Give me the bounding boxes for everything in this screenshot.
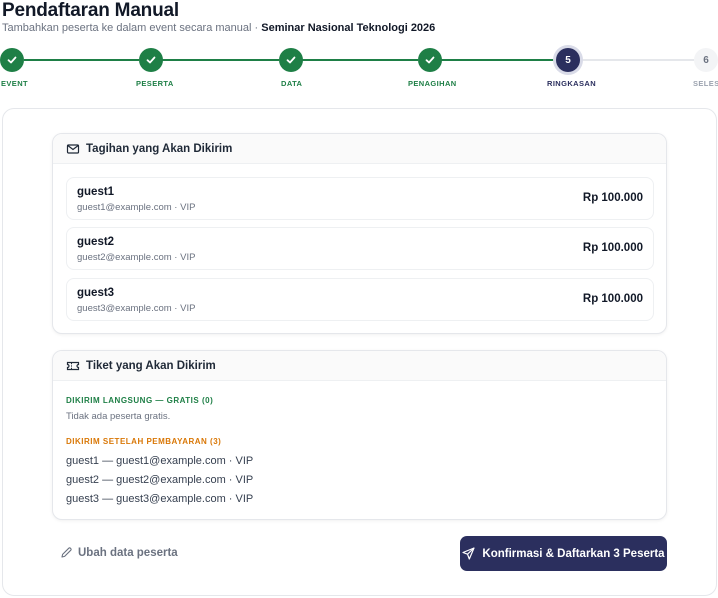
tickets-panel-title: Tiket yang Akan Dikirim	[86, 359, 216, 372]
event-name: Seminar Nasional Teknologi 2026	[261, 22, 436, 34]
send-icon	[462, 547, 476, 560]
ticket-list-item: guest1 — guest1@example.com · VIP	[66, 455, 254, 467]
step-label-penagihan: PENAGIHAN	[408, 79, 457, 88]
billing-guest-name: guest1	[77, 186, 115, 198]
step-connector	[24, 59, 139, 61]
step-label-ringkasan: RINGKASAN	[547, 79, 597, 88]
step-event[interactable]	[0, 48, 24, 72]
pencil-icon	[60, 546, 73, 559]
billing-guest-name: guest2	[77, 236, 115, 248]
free-section-label: DIKIRIM LANGSUNG — GRATIS (0)	[66, 396, 214, 405]
progress-stepper: 5 6 EVENT PESERTA DATA PENAGIHAN RINGKAS…	[0, 46, 718, 90]
step-label-selesai: SELESA	[693, 79, 718, 88]
step-label-peserta: PESERTA	[136, 79, 174, 88]
free-empty-text: Tidak ada peserta gratis.	[66, 411, 171, 422]
billing-panel: Tagihan yang Akan Dikirim guest1 guest1@…	[52, 133, 667, 334]
billing-guest-meta: guest1@example.com · VIP	[77, 202, 196, 213]
check-icon	[286, 56, 296, 64]
billing-panel-header: Tagihan yang Akan Dikirim	[53, 134, 666, 164]
page-title: Pendaftaran Manual	[2, 0, 179, 21]
billing-amount: Rp 100.000	[582, 293, 643, 305]
check-icon	[425, 56, 435, 64]
step-connector	[162, 59, 279, 61]
billing-row: guest3 guest3@example.com · VIP Rp 100.0…	[66, 278, 654, 321]
billing-amount: Rp 100.000	[582, 242, 643, 254]
edit-participants-link[interactable]: Ubah data peserta	[60, 546, 178, 559]
ticket-list-item: guest2 — guest2@example.com · VIP	[66, 474, 254, 486]
check-icon	[7, 56, 17, 64]
billing-panel-title: Tagihan yang Akan Dikirim	[86, 142, 233, 155]
billing-guest-meta: guest3@example.com · VIP	[77, 303, 196, 314]
page-subtitle: Tambahkan peserta ke dalam event secara …	[2, 22, 435, 34]
billing-row: guest1 guest1@example.com · VIP Rp 100.0…	[66, 177, 654, 220]
step-connector	[580, 59, 694, 61]
ticket-icon	[66, 359, 80, 373]
edit-participants-label: Ubah data peserta	[78, 546, 178, 559]
step-label-data: DATA	[281, 79, 303, 88]
subtitle-text: Tambahkan peserta ke dalam event secara …	[2, 22, 259, 34]
paid-section-label: DIKIRIM SETELAH PEMBAYARAN (3)	[66, 437, 222, 446]
step-peserta[interactable]	[139, 48, 163, 72]
step-ringkasan[interactable]: 5	[556, 48, 580, 72]
mail-icon	[66, 142, 80, 156]
ticket-list-item: guest3 — guest3@example.com · VIP	[66, 493, 254, 505]
confirm-register-button[interactable]: Konfirmasi & Daftarkan 3 Peserta	[460, 536, 667, 571]
step-connector	[302, 59, 418, 61]
billing-row: guest2 guest2@example.com · VIP Rp 100.0…	[66, 227, 654, 270]
step-selesai[interactable]: 6	[694, 48, 718, 72]
step-data[interactable]	[279, 48, 303, 72]
check-icon	[146, 56, 156, 64]
billing-guest-name: guest3	[77, 287, 115, 299]
step-penagihan[interactable]	[418, 48, 442, 72]
step-connector	[441, 59, 556, 61]
confirm-register-label: Konfirmasi & Daftarkan 3 Peserta	[482, 547, 665, 560]
step-label-event: EVENT	[1, 79, 29, 88]
tickets-panel: Tiket yang Akan Dikirim DIKIRIM LANGSUNG…	[52, 350, 667, 520]
billing-amount: Rp 100.000	[582, 192, 643, 204]
tickets-panel-header: Tiket yang Akan Dikirim	[53, 351, 666, 381]
billing-guest-meta: guest2@example.com · VIP	[77, 252, 196, 263]
